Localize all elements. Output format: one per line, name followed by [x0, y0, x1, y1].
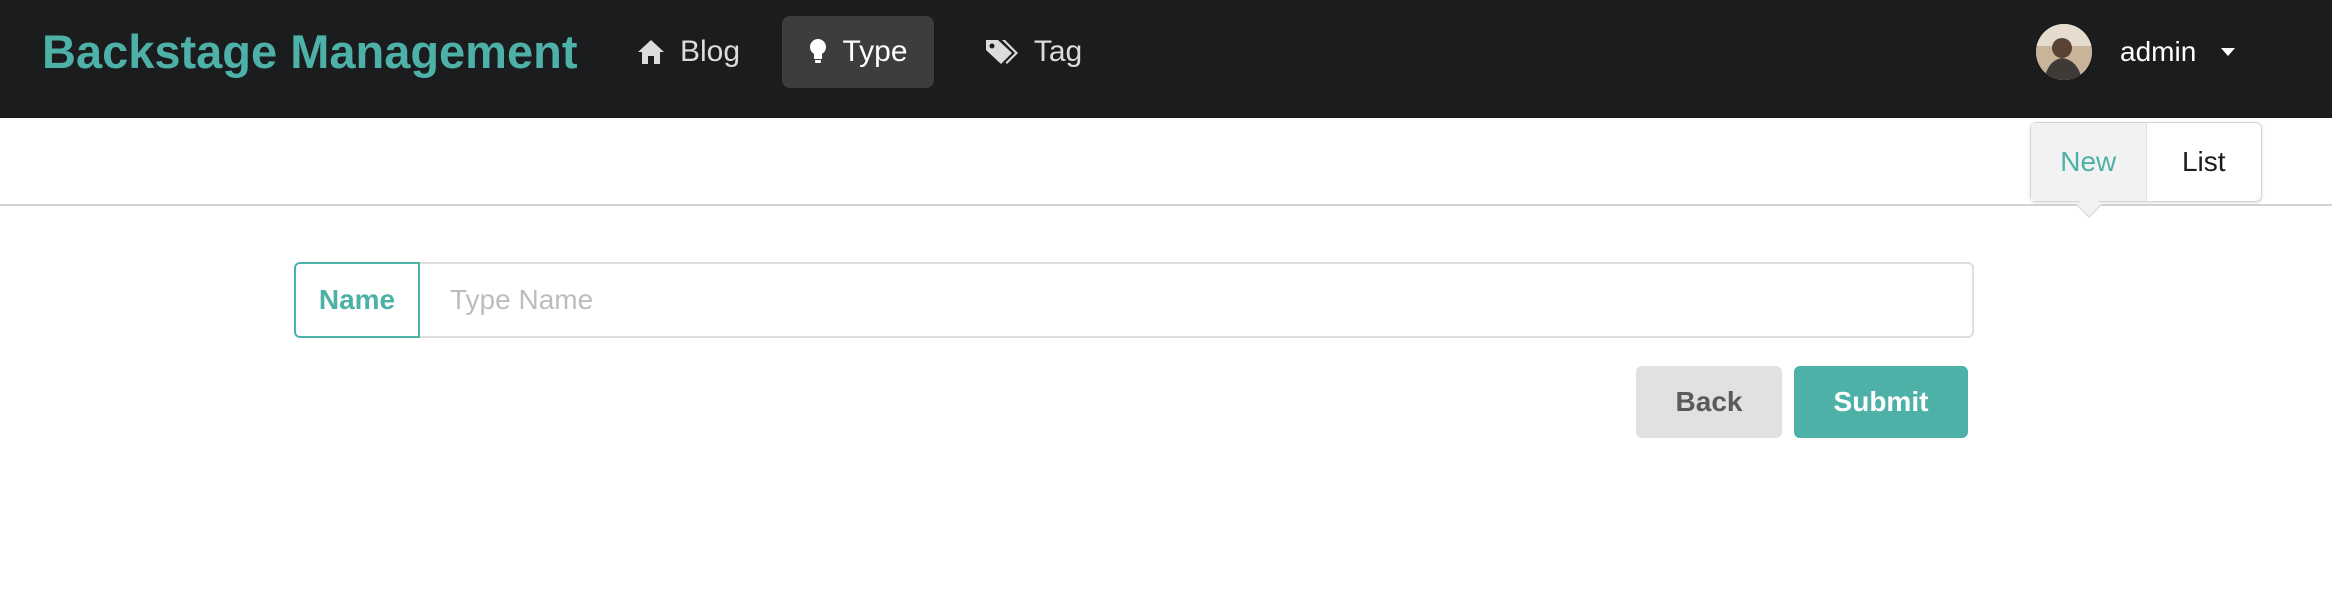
- new-list-toggle: New List: [2030, 122, 2262, 202]
- sub-menu-bar: [0, 118, 2332, 206]
- submit-button[interactable]: Submit: [1794, 366, 1968, 438]
- new-button[interactable]: New: [2031, 123, 2147, 201]
- tags-icon: [985, 40, 1018, 64]
- nav-item-label: Type: [842, 35, 908, 68]
- lightbulb-icon: [810, 39, 827, 63]
- home-icon: [637, 40, 664, 64]
- name-label: Name: [294, 262, 420, 338]
- caret-down-icon[interactable]: [2220, 47, 2236, 57]
- back-button[interactable]: Back: [1636, 366, 1782, 438]
- name-field: Name: [294, 262, 1974, 338]
- nav-item-tag[interactable]: Tag: [976, 16, 1090, 88]
- list-button[interactable]: List: [2147, 123, 2262, 201]
- nav-item-label: Tag: [1033, 35, 1083, 68]
- user-menu[interactable]: admin: [2036, 24, 2236, 80]
- username[interactable]: admin: [2120, 36, 2196, 68]
- nav-item-label: Blog: [679, 35, 741, 68]
- user-avatar[interactable]: [2036, 24, 2092, 80]
- nav-item-type[interactable]: Type: [782, 16, 934, 88]
- app-title[interactable]: Backstage Management: [42, 24, 577, 80]
- nav-item-blog[interactable]: Blog: [634, 16, 742, 88]
- top-navbar: Backstage Management Blog Type Tag admin: [0, 0, 2332, 118]
- type-name-input[interactable]: [420, 262, 1974, 338]
